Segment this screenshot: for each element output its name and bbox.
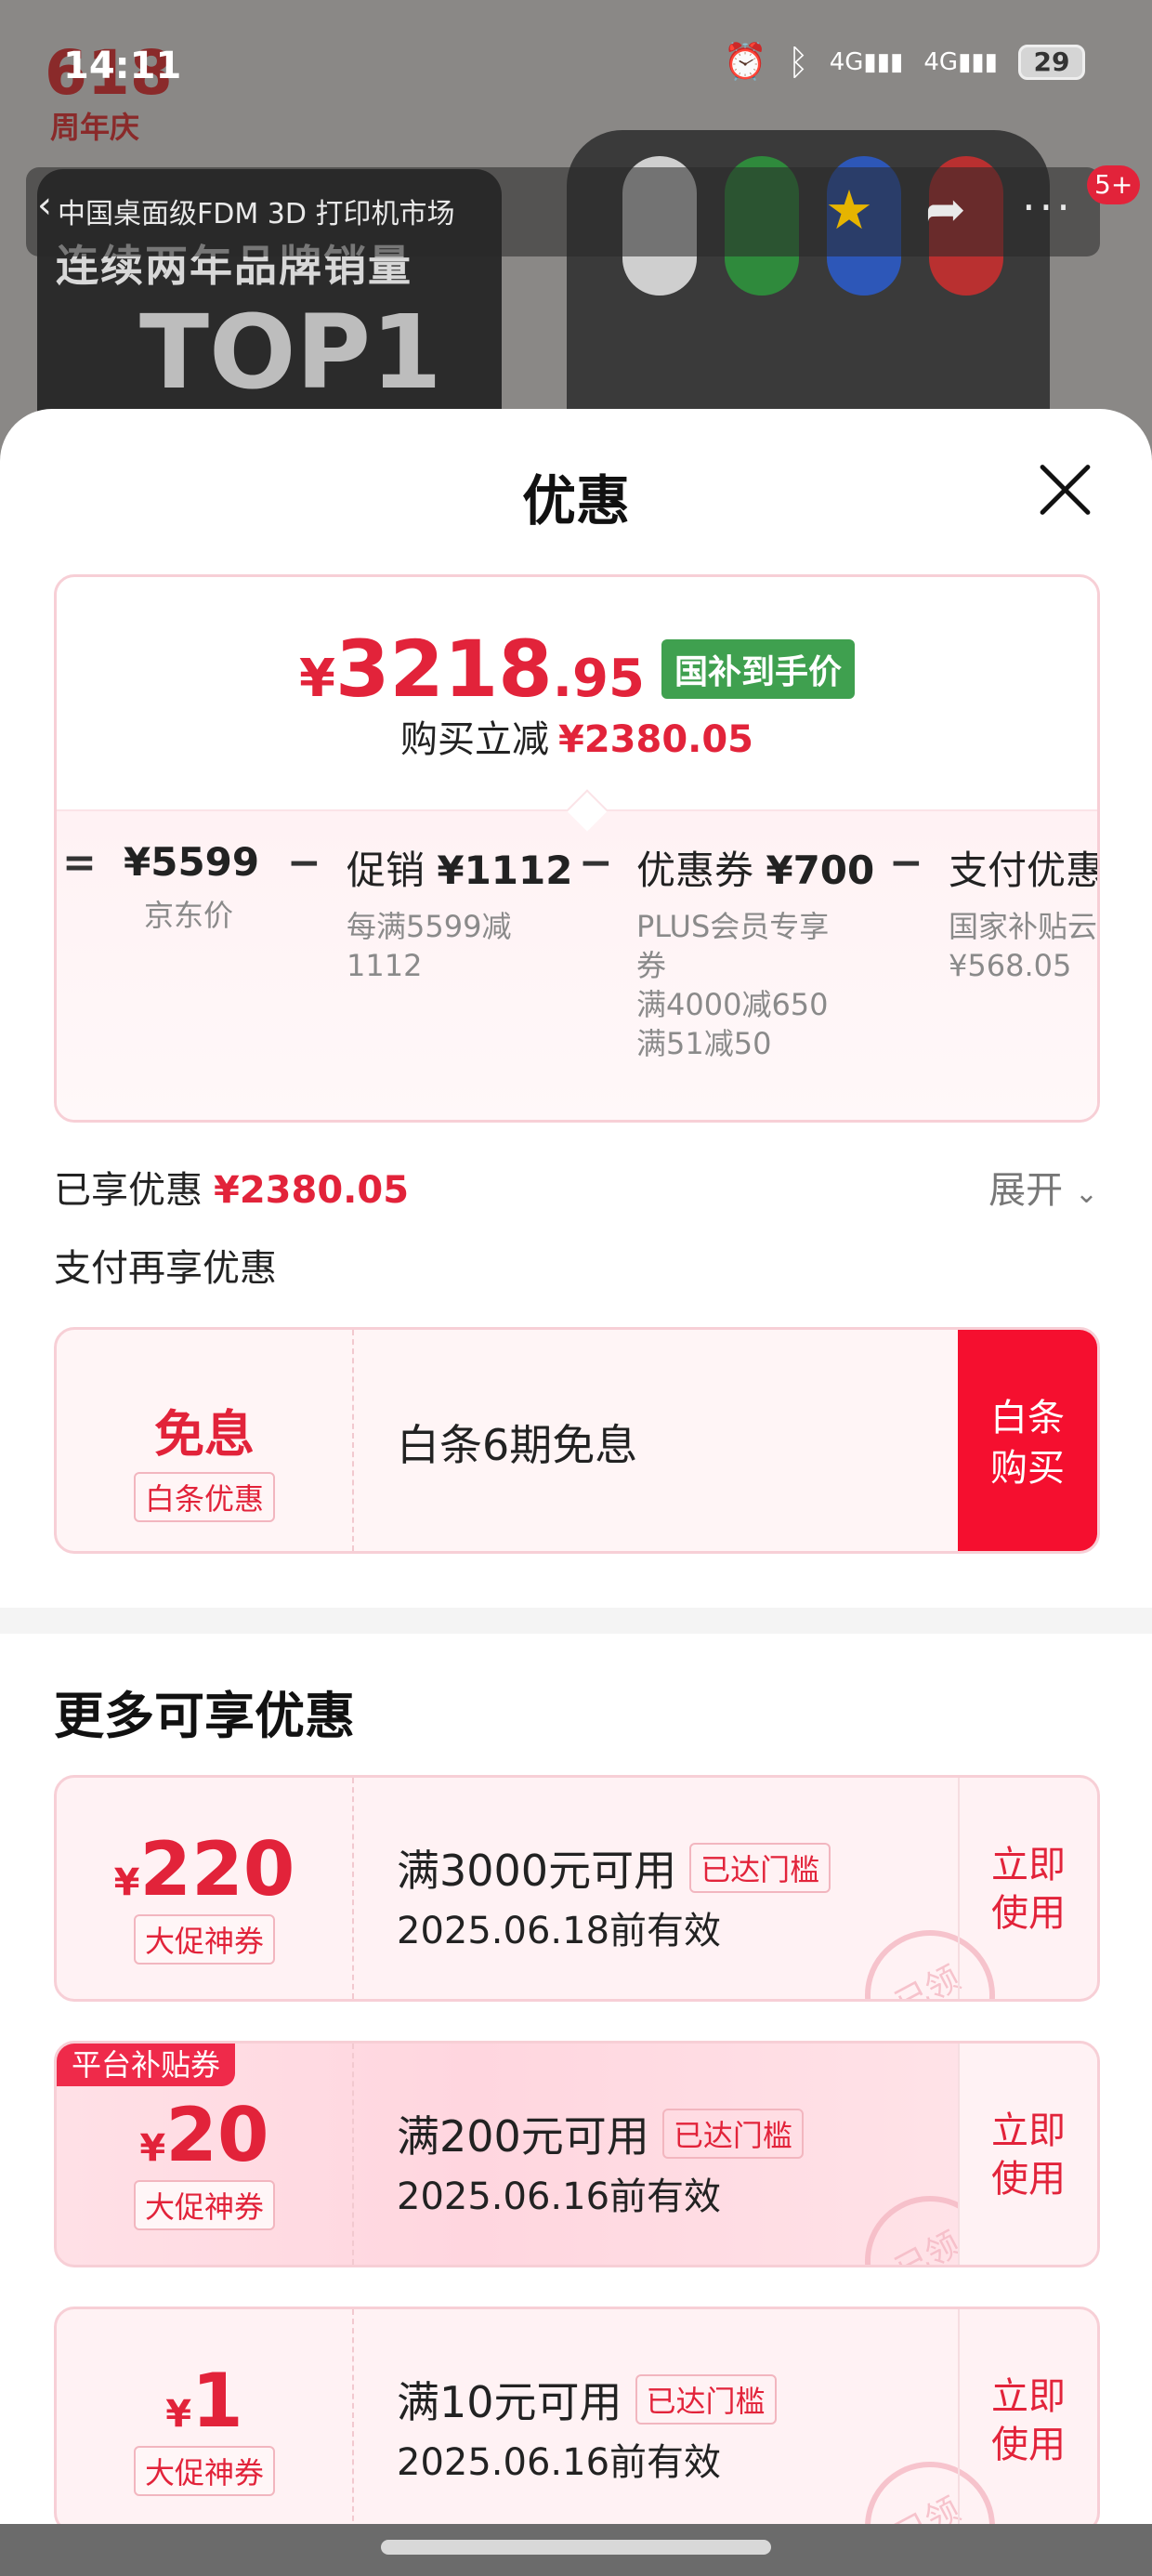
enjoyed-label: 已享优惠 [54,1169,203,1212]
breakdown-op: − [287,839,321,887]
final-price-int: 3218 [334,624,553,715]
reduce-row: 购买立减 ¥2380.05 [57,709,1097,763]
breakdown-sub: 国家补贴云 ¥568.05 [949,909,1098,983]
breakdown-label: 支付优惠 [949,848,1100,893]
alarm-icon: ⏰ [723,41,767,82]
reduce-label: 购买立减 [399,718,549,761]
breakdown-value: ¥700 [766,848,875,893]
breakdown-sub: 京东价 [143,898,233,933]
battery-icon: 29 [1018,44,1085,80]
use-now-button[interactable]: 立即 使用 [958,2044,1097,2265]
breakdown-value: ¥1112 [437,848,573,893]
coupon-amount: ¥20 [139,2092,269,2178]
status-time: 14:11 [63,45,182,87]
coupon-amount: ¥220 [113,1826,295,1912]
final-price-row: ¥ 3218 .95 国补到手价 [57,624,1097,715]
coupon-condition: 满200元可用 已达门槛 [397,2103,804,2164]
sheet-title: 优惠 [521,469,630,532]
baitiao-buy-button[interactable]: 白条 购买 [958,1330,1097,1551]
breakdown-sub: 每满5599减 1112 [347,909,512,983]
expand-button[interactable]: 展开 ⌄ [988,1160,1098,1214]
chevron-down-icon: ⌄ [1074,1177,1098,1210]
close-icon[interactable] [1035,459,1094,519]
share-icon[interactable]: ➦ [925,182,966,238]
use-now-button[interactable]: 立即 使用 [958,1778,1097,1999]
discount-sheet: 优惠 ¥ 3218 .95 国补到手价 购买立减 ¥2380.05 = ¥5599… [0,409,1152,2576]
message-badge: 5+ [1087,165,1141,204]
coupon-left: ¥220 大促神券 [57,1778,354,1999]
coupon-condition: 满3000元可用 已达门槛 [397,1837,831,1899]
bluetooth-icon: ᛒ [787,41,809,83]
baitiao-card: 免息 白条优惠 白条6期免息 白条 购买 [54,1327,1100,1554]
baitiao-left: 免息 白条优惠 [57,1330,354,1551]
breakdown-sub: PLUS会员专享 券 满4000减650 满51减50 [636,909,830,1061]
back-icon[interactable]: ‹ [37,184,52,227]
signal-icon-1: 4G▮▮▮ [829,47,904,76]
breakdown-item-jd-price: ¥5599 京东价 [124,839,259,935]
breakdown-value: ¥5599 [124,839,260,885]
use-now-button[interactable]: 立即 使用 [958,2309,1097,2530]
promo-banner-top1: TOP1 [139,293,442,412]
coupon-card: ¥1 大促神券 满10元可用 已达门槛 2025.06.16前有效 已领 立即 使… [54,2307,1100,2533]
logo-618-sub: 周年庆 [50,110,140,145]
breadcrumb[interactable]: 中国桌面级FDM 3D 打印机市场 [58,191,455,231]
breakdown-op: = [62,839,97,887]
price-summary-card: ¥ 3218 .95 国补到手价 购买立减 ¥2380.05 = ¥5599 京东… [54,574,1100,1123]
coupon-card: 平台补贴券 ¥20 大促神券 满200元可用 已达门槛 2025.06.16前有效… [54,2041,1100,2267]
baitiao-text: 白条6期免息 [397,1420,638,1470]
signal-icon-2: 4G▮▮▮ [923,47,998,76]
pay-more-label: 支付再享优惠 [54,1247,277,1290]
coupon-tag: 大促神券 [133,2446,275,2496]
breakdown-op: − [889,839,923,887]
favorite-star-icon[interactable]: ★ [825,178,873,242]
enjoyed-amount: ¥2380.05 [214,1169,410,1212]
breakdown-item-promotion: 促销 ¥1112 每满5599减 1112 [347,839,572,985]
threshold-reached-badge: 已达门槛 [689,1843,831,1893]
price-breakdown: = ¥5599 京东价 − 促销 ¥1112 每满5599减 1112 − 优惠… [57,809,1100,1120]
baitiao-big: 免息 [154,1405,255,1464]
more-discounts-title: 更多可享优惠 [54,1687,355,1745]
breakdown-item-payment: 支付优惠 国家补贴云 ¥568.05 [949,839,1100,985]
final-price-dec: .95 [552,649,645,709]
coupon-date: 2025.06.18前有效 [397,1910,722,1952]
coupon-date: 2025.06.16前有效 [397,2175,722,2218]
gov-subsidy-tag: 国补到手价 [661,639,855,699]
coupon-left: ¥1 大促神券 [57,2309,354,2530]
status-icons: ⏰ ᛒ 4G▮▮▮ 4G▮▮▮ 29 [724,41,1085,83]
more-icon[interactable]: ··· [1022,182,1074,232]
coupon-condition: 满10元可用 已达门槛 [397,2369,777,2430]
breakdown-label: 促销 [347,848,438,893]
enjoyed-discount: 已享优惠 ¥2380.05 [54,1160,409,1214]
coupon-tag: 大促神券 [133,2180,275,2230]
coupon-left: ¥20 大促神券 [57,2044,354,2265]
home-indicator[interactable] [381,2540,771,2555]
threshold-reached-badge: 已达门槛 [635,2374,777,2425]
section-divider [0,1608,1152,1634]
baitiao-tag: 白条优惠 [133,1472,275,1522]
breakdown-label: 优惠券 [636,848,766,893]
expand-label: 展开 [988,1169,1064,1212]
threshold-reached-badge: 已达门槛 [661,2109,804,2159]
final-price-yen: ¥ [299,649,335,709]
coupon-tag: 大促神券 [133,1914,275,1965]
coupon-date: 2025.06.16前有效 [397,2441,722,2484]
breakdown-item-coupon: 优惠券 ¥700 PLUS会员专享 券 满4000减650 满51减50 [636,839,887,1063]
coupon-card: ¥220 大促神券 满3000元可用 已达门槛 2025.06.18前有效 已领 … [54,1775,1100,2002]
reduce-amount: ¥2380.05 [557,718,754,761]
coupon-amount: ¥1 [165,2358,243,2444]
breakdown-op: − [579,839,613,887]
